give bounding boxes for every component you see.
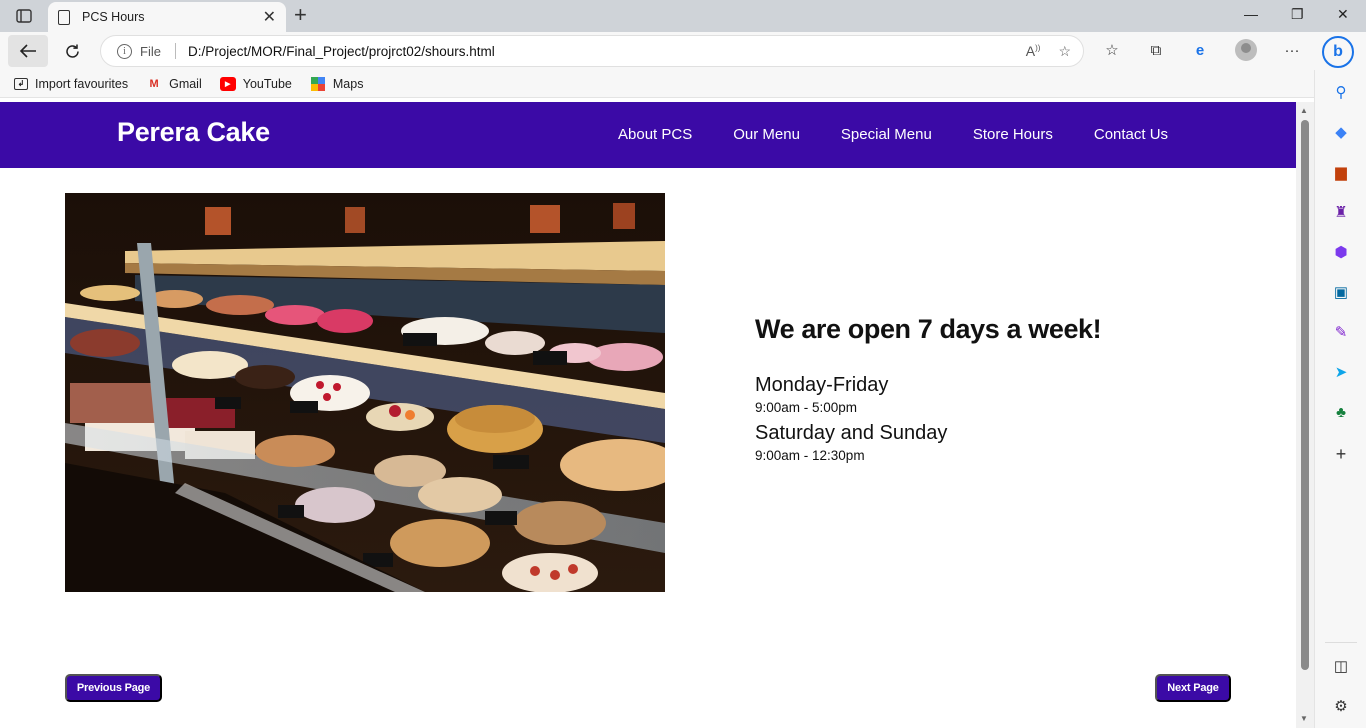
fav-label: YouTube	[242, 76, 292, 91]
restore-icon[interactable]: ❐	[1291, 6, 1304, 23]
tab-strip: PCS Hours ✕ + — ❐ ✕	[0, 0, 1366, 32]
collections-icon[interactable]: ⧉	[1144, 38, 1168, 62]
send-icon[interactable]: ➤	[1331, 362, 1351, 382]
scroll-down-icon[interactable]: ▼	[1300, 714, 1308, 723]
add-icon[interactable]: +	[1331, 444, 1351, 464]
nav-about[interactable]: About PCS	[618, 126, 692, 143]
office-icon[interactable]: ⬢	[1331, 242, 1351, 262]
hours-heading: We are open 7 days a week!	[755, 314, 1102, 344]
tools-briefcase-icon[interactable]: ▆	[1331, 162, 1351, 182]
nav-special-menu[interactable]: Special Menu	[841, 126, 932, 143]
weekday-time: 9:00am - 5:00pm	[755, 400, 858, 415]
fav-import[interactable]: ↲ Import favourites	[14, 77, 128, 91]
youtube-icon: ▶	[219, 76, 236, 91]
close-tab-icon[interactable]: ✕	[263, 7, 276, 27]
outlook-icon[interactable]: ▣	[1331, 282, 1351, 302]
previous-page-button[interactable]: Previous Page	[65, 674, 162, 702]
divider	[174, 43, 176, 59]
favorites-bar: ↲ Import favourites M Gmail ▶ YouTube Ma…	[0, 70, 1314, 98]
fav-youtube[interactable]: ▶ YouTube	[219, 76, 292, 91]
profile-icon[interactable]	[1234, 38, 1258, 62]
close-window-icon[interactable]: ✕	[1337, 6, 1349, 23]
gmail-icon: M	[149, 77, 159, 90]
favorites-icon[interactable]: ☆	[1100, 38, 1124, 62]
fav-maps[interactable]: Maps	[310, 76, 364, 91]
weekday-label: Monday-Friday	[755, 374, 889, 396]
page-icon	[58, 9, 70, 25]
back-button[interactable]	[8, 35, 48, 67]
settings-gear-icon[interactable]: ⚙	[1331, 696, 1351, 716]
info-icon[interactable]: i	[117, 43, 132, 59]
bakery-display-photo	[65, 193, 665, 592]
scroll-up-icon[interactable]: ▲	[1300, 106, 1308, 115]
vertical-scrollbar[interactable]: ▲ ▼	[1296, 102, 1314, 728]
games-icon[interactable]: ♜	[1331, 202, 1351, 222]
minimize-icon[interactable]: —	[1244, 6, 1258, 22]
new-tab-icon[interactable]: +	[294, 4, 307, 26]
tab-title: PCS Hours	[82, 10, 145, 24]
edge-icon[interactable]: e	[1188, 38, 1212, 62]
avatar	[1235, 39, 1257, 61]
next-page-button[interactable]: Next Page	[1155, 674, 1231, 702]
nav-store-hours[interactable]: Store Hours	[973, 126, 1053, 143]
site-logo[interactable]: Perera Cake	[117, 117, 270, 148]
divider	[1325, 642, 1357, 643]
tree-icon[interactable]: ♣	[1331, 402, 1351, 422]
more-icon[interactable]: ···	[1280, 38, 1304, 62]
shopping-tag-icon[interactable]: ◆	[1331, 122, 1351, 142]
nav-our-menu[interactable]: Our Menu	[733, 126, 800, 143]
sidebar-toggle-icon[interactable]: ◫	[1331, 656, 1351, 676]
url-text[interactable]: D:/Project/MOR/Final_Project/projrct02/s…	[188, 44, 1083, 59]
address-actions: A)) ☆	[1026, 43, 1071, 60]
site-header: Perera Cake About PCS Our Menu Special M…	[0, 102, 1296, 168]
designer-icon[interactable]: ✎	[1331, 322, 1351, 342]
edge-sidebar: ⚲ ◆ ▆ ♜ ⬢ ▣ ✎ ➤ ♣ + ◫ ⚙	[1314, 70, 1366, 728]
scroll-thumb[interactable]	[1301, 120, 1309, 670]
page-viewport: Perera Cake About PCS Our Menu Special M…	[0, 102, 1296, 728]
address-bar[interactable]: i File D:/Project/MOR/Final_Project/proj…	[100, 35, 1084, 67]
refresh-icon[interactable]	[58, 35, 86, 67]
tab-actions-icon[interactable]	[12, 6, 36, 26]
import-icon: ↲	[14, 77, 28, 90]
fav-gmail[interactable]: M Gmail	[146, 77, 202, 91]
weekend-time: 9:00am - 12:30pm	[755, 448, 865, 463]
fav-label: Maps	[332, 76, 364, 91]
bing-chat-icon[interactable]: b	[1322, 36, 1354, 68]
weekend-label: Saturday and Sunday	[755, 422, 948, 444]
nav-contact-us[interactable]: Contact Us	[1094, 126, 1168, 143]
search-icon[interactable]: ⚲	[1331, 82, 1351, 102]
fav-label: Import favourites	[35, 76, 129, 91]
browser-tab[interactable]: PCS Hours ✕	[48, 2, 286, 32]
read-aloud-icon[interactable]: A))	[1026, 43, 1041, 60]
store-hours-section: We are open 7 days a week! Monday-Friday…	[755, 314, 1102, 469]
maps-icon	[310, 76, 326, 91]
add-favorite-icon[interactable]: ☆	[1058, 43, 1071, 60]
file-label: File	[140, 43, 161, 59]
main-nav: About PCS Our Menu Special Menu Store Ho…	[618, 126, 1168, 143]
fav-label: Gmail	[169, 76, 202, 91]
